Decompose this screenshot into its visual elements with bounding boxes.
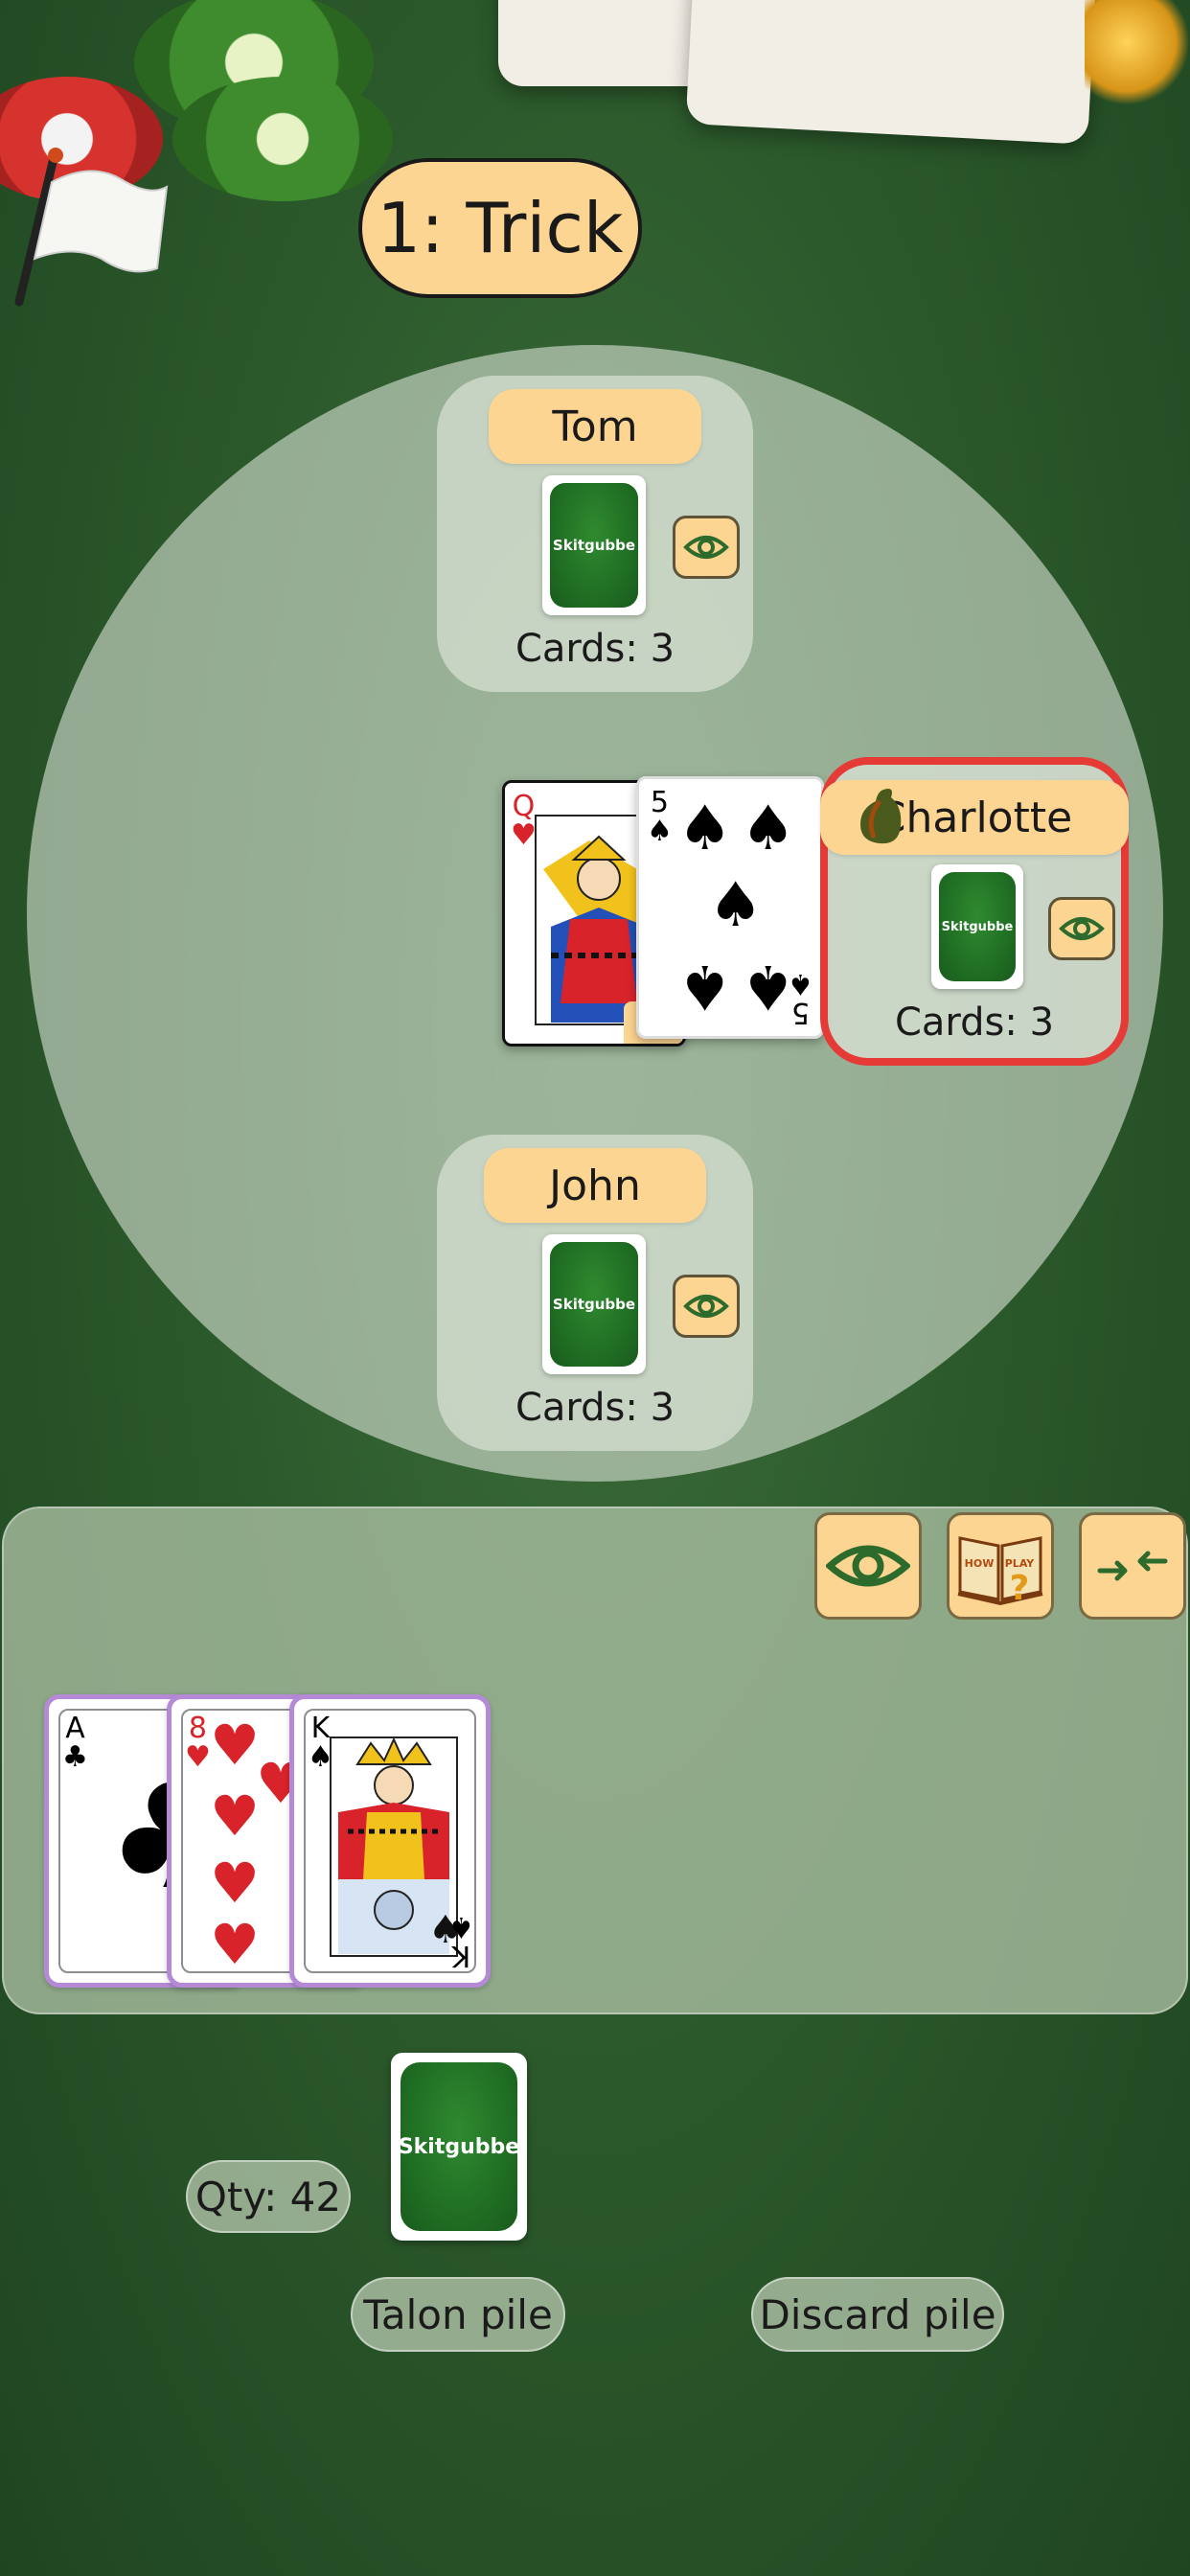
player-card-back: Skitgubbe — [931, 864, 1023, 989]
player-name: Charlotte — [876, 793, 1073, 842]
collapse-button[interactable] — [1079, 1512, 1186, 1620]
collapse-arrows-icon — [1097, 1551, 1168, 1581]
how-to-play-button[interactable]: HOW PLAY ? — [947, 1512, 1054, 1620]
heart-pip: ♥ — [210, 1912, 260, 1977]
eye-icon — [1059, 917, 1105, 940]
card-rank: K — [451, 1939, 471, 1972]
player-card-back: Skitgubbe — [542, 475, 646, 615]
hand-card-king-spades[interactable]: K ♠ ♠ K ♠ — [289, 1694, 491, 1988]
view-cards-button[interactable] — [673, 1275, 740, 1338]
spade-pip: ♠ — [677, 794, 733, 864]
svg-text:?: ? — [1010, 1569, 1030, 1607]
eye-icon — [683, 1295, 729, 1318]
spade-pip: ♠ — [741, 794, 796, 864]
card-suit: ♠ — [647, 815, 673, 848]
heart-pip: ♥ — [210, 1783, 260, 1849]
talon-label: Talon pile — [363, 2290, 553, 2338]
cards-count: Cards: 3 — [515, 1386, 675, 1430]
cards-count: Cards: 3 — [515, 627, 675, 671]
card-back-text: Skitgubbe — [939, 872, 1016, 981]
toggle-visibility-button[interactable] — [814, 1512, 922, 1620]
talon-pile-card[interactable]: Skitgubbe — [391, 2053, 527, 2241]
cards-count: Cards: 3 — [894, 1000, 1055, 1045]
playing-cards-decoration — [460, 0, 1150, 145]
card-rank: 8 — [188, 1712, 207, 1745]
player-tom: Tom Skitgubbe Cards: 3 — [437, 376, 753, 692]
pear-icon — [860, 789, 902, 844]
card-suit: ♣ — [62, 1740, 88, 1774]
spade-pip: ♠ — [708, 870, 764, 941]
card-back-text: Skitgubbe — [399, 2062, 519, 2231]
heart-pip: ♥ — [210, 1713, 260, 1778]
king-figure: ♠ — [330, 1736, 459, 1957]
card-back-text: Skitgubbe — [550, 483, 638, 608]
trick-counter: 1: Trick — [358, 158, 642, 298]
discard-pile-label[interactable]: Discard pile — [751, 2277, 1004, 2352]
talon-quantity: Qty: 42 — [186, 2160, 351, 2233]
gold-coins-decoration — [1085, 0, 1190, 105]
eye-icon — [826, 1545, 910, 1587]
card-back-text: Skitgubbe — [550, 1242, 638, 1367]
trick-label: 1: Trick — [377, 188, 624, 268]
view-cards-button[interactable] — [1048, 897, 1115, 960]
player-charlotte-active: Charlotte Skitgubbe Cards: 3 — [820, 757, 1129, 1066]
eye-icon — [683, 536, 729, 559]
view-cards-button[interactable] — [673, 516, 740, 579]
table-card-five-spades: 5 ♠ ♠ ♠ ♠ ♠ ♠ 5 ♠ — [636, 776, 824, 1039]
card-suit: ♠ — [448, 1910, 474, 1944]
player-john: John Skitgubbe Cards: 3 — [437, 1135, 753, 1451]
card-suit: ♠ — [788, 967, 813, 1000]
spade-pip: ♠ — [677, 951, 733, 1022]
card-rank: 5 — [650, 786, 669, 819]
player-hand-panel: HOW PLAY ? A ♣ ♣ 8 ♥ ♥ ♥ ♥ ♥ ♥ K — [2, 1506, 1188, 2014]
how-to-play-book-icon: HOW PLAY ? — [957, 1536, 1043, 1607]
player-name-tag: John — [484, 1148, 706, 1223]
player-card-back: Skitgubbe — [542, 1234, 646, 1374]
card-rank: 5 — [791, 996, 811, 1029]
white-flag-icon[interactable] — [6, 144, 169, 307]
qty-label: Qty: 42 — [195, 2173, 342, 2220]
card-suit: ♥ — [185, 1740, 211, 1774]
player-name: Tom — [552, 402, 638, 451]
talon-pile-label[interactable]: Talon pile — [351, 2277, 565, 2352]
card-rank: A — [65, 1712, 85, 1745]
heart-pip: ♥ — [210, 1851, 260, 1916]
player-name: John — [549, 1161, 641, 1210]
svg-text:HOW: HOW — [965, 1557, 995, 1570]
discard-label: Discard pile — [759, 2290, 996, 2338]
player-name-tag: Tom — [489, 389, 701, 464]
